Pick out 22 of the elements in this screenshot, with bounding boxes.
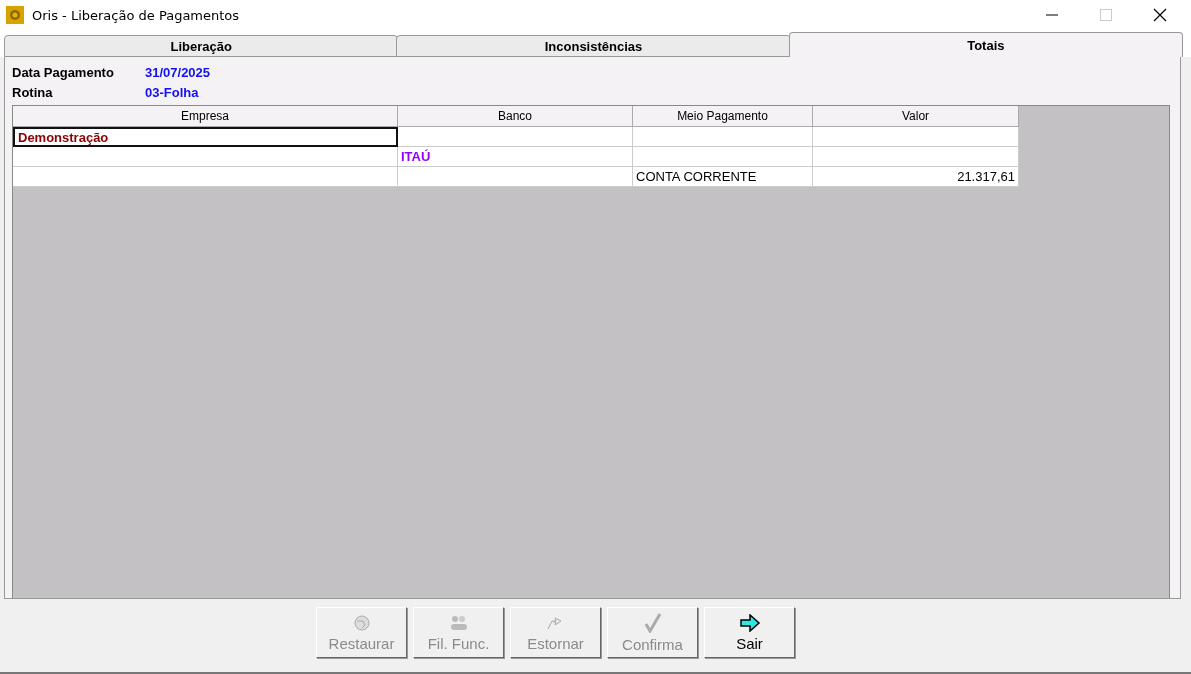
table-cell: CONTA CORRENTE xyxy=(633,167,813,187)
toolbar-button[interactable]: Sair xyxy=(704,607,795,658)
window-title: Oris - Liberação de Pagamentos xyxy=(32,7,240,23)
tab[interactable]: Liberação xyxy=(4,35,399,57)
field-value: 03-Folha xyxy=(145,84,199,102)
column-header[interactable]: Meio Pagamento xyxy=(633,106,813,127)
field-label: Rotina xyxy=(12,84,53,102)
column-header[interactable]: Banco xyxy=(398,106,633,127)
table-cell: ITAÚ xyxy=(398,147,633,167)
tab[interactable]: Inconsistências xyxy=(396,35,791,57)
column-header[interactable]: Empresa xyxy=(13,106,398,127)
arrow-right-icon xyxy=(738,613,761,632)
table-cell: Demonstração xyxy=(13,127,398,147)
globe-icon xyxy=(352,613,371,632)
table-cell: 21.317,61 xyxy=(813,167,1019,187)
tab[interactable]: Totais xyxy=(788,32,1183,57)
close-icon[interactable] xyxy=(1153,8,1167,22)
field-value: 31/07/2025 xyxy=(145,64,211,82)
field-label: Data Pagamento xyxy=(12,64,114,82)
checkmark-icon xyxy=(643,612,662,633)
column-header[interactable]: Valor xyxy=(813,106,1019,127)
app-icon xyxy=(6,6,24,24)
